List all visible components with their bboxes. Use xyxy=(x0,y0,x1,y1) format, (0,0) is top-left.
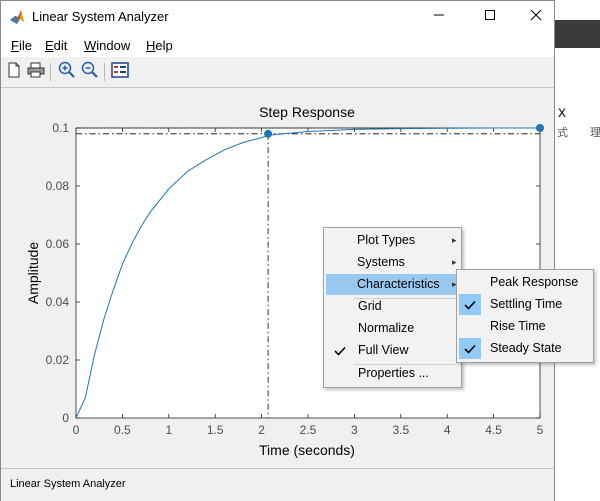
steady-state-marker xyxy=(536,124,544,132)
background-glyph: 理 xyxy=(590,127,600,139)
characteristics-submenu: Peak Response Settling Time Rise Time St… xyxy=(456,269,594,363)
menu-file[interactable]: File xyxy=(11,38,32,53)
ctx-grid[interactable]: Grid xyxy=(326,296,459,317)
sub-settling-time-label: Settling Time xyxy=(490,297,563,311)
menu-help-mnemonic: H xyxy=(146,38,156,53)
menu-help[interactable]: Help xyxy=(146,38,173,53)
y-axis-label: Amplitude xyxy=(25,242,41,304)
submenu-arrow-icon: ▸ xyxy=(452,235,457,245)
menu-file-label: ile xyxy=(18,38,32,53)
y-tick-label: 0 xyxy=(62,411,69,425)
toolbar-separator xyxy=(50,63,51,81)
y-tick-label: 0.04 xyxy=(46,295,70,309)
x-axis-label: Time (seconds) xyxy=(259,442,355,458)
x-tick-label: 1.5 xyxy=(207,423,224,437)
ctx-plot-types[interactable]: Plot Types ▸ xyxy=(326,230,459,251)
ctx-systems-label: Systems xyxy=(357,255,405,269)
menu-edit[interactable]: Edit xyxy=(45,38,67,53)
grid-view-button[interactable] xyxy=(110,61,130,83)
x-tick-label: 1 xyxy=(165,423,172,437)
x-tick-label: 0 xyxy=(73,423,80,437)
menu-edit-mnemonic: E xyxy=(45,38,54,53)
y-tick-label: 0.1 xyxy=(52,121,69,135)
ctx-plot-types-label: Plot Types xyxy=(357,233,416,247)
status-text: Linear System Analyzer xyxy=(10,478,126,490)
ctx-normalize-label: Normalize xyxy=(358,321,415,335)
close-icon xyxy=(530,8,542,26)
y-tick-label: 0.08 xyxy=(46,179,70,193)
menu-window-label: indow xyxy=(96,38,131,53)
menu-help-label: elp xyxy=(155,38,173,53)
zoom-out-icon xyxy=(81,61,99,84)
sub-peak-response-label: Peak Response xyxy=(490,275,579,289)
ctx-properties-label: Properties ... xyxy=(358,366,429,380)
ctx-grid-label: Grid xyxy=(358,299,382,313)
y-tick-label: 0.06 xyxy=(46,237,70,251)
toolbar-separator xyxy=(104,63,105,81)
maximize-button[interactable] xyxy=(467,1,513,32)
status-bar: Linear System Analyzer xyxy=(1,468,554,501)
sub-settling-time[interactable]: Settling Time xyxy=(459,294,591,315)
maximize-icon xyxy=(484,8,496,26)
sub-peak-response[interactable]: Peak Response xyxy=(459,272,591,293)
context-menu: Plot Types ▸ Systems ▸ Characteristics ▸… xyxy=(323,227,462,388)
close-button[interactable] xyxy=(513,1,559,32)
checkmark-icon xyxy=(459,294,481,315)
sub-rise-time-label: Rise Time xyxy=(490,319,546,333)
minimize-button[interactable] xyxy=(416,1,462,32)
x-tick-label: 2 xyxy=(258,423,265,437)
menu-file-mnemonic: F xyxy=(11,38,19,53)
lsa-window: Linear System Analyzer File Edit Window … xyxy=(0,0,594,501)
checkmark-icon xyxy=(459,338,481,359)
background-glyph: x xyxy=(558,104,566,121)
ctx-properties[interactable]: Properties ... xyxy=(326,363,459,384)
settling-time-marker xyxy=(264,129,273,138)
print-button[interactable] xyxy=(26,62,46,82)
x-tick-label: 4 xyxy=(444,423,451,437)
checkmark-icon xyxy=(329,340,351,361)
x-tick-label: 2.5 xyxy=(300,423,317,437)
ctx-normalize[interactable]: Normalize xyxy=(326,318,459,339)
background-window xyxy=(555,0,600,501)
title-bar[interactable]: Linear System Analyzer xyxy=(1,1,554,32)
x-tick-label: 5 xyxy=(537,423,544,437)
x-tick-label: 0.5 xyxy=(114,423,131,437)
menu-window-mnemonic: W xyxy=(84,38,97,53)
print-icon xyxy=(27,62,45,83)
x-tick-label: 4.5 xyxy=(485,423,502,437)
chart-title: Step Response xyxy=(259,104,355,120)
ctx-characteristics-label: Characteristics xyxy=(357,277,440,291)
y-tick-label: 0.02 xyxy=(46,353,70,367)
grid-view-icon xyxy=(111,61,129,83)
toolbar xyxy=(1,57,554,88)
ctx-systems[interactable]: Systems ▸ xyxy=(326,252,459,273)
window-title: Linear System Analyzer xyxy=(32,9,169,24)
sub-steady-state[interactable]: Steady State xyxy=(459,338,591,359)
ctx-full-view[interactable]: Full View xyxy=(326,340,459,361)
sub-steady-state-label: Steady State xyxy=(490,341,562,355)
ctx-full-view-label: Full View xyxy=(358,343,409,357)
menu-edit-label: dit xyxy=(53,38,68,53)
x-tick-label: 3.5 xyxy=(392,423,409,437)
minimize-icon xyxy=(433,8,445,26)
menu-bar: File Edit Window Help xyxy=(1,32,554,57)
background-glyph: 式 xyxy=(557,127,568,139)
new-button[interactable] xyxy=(4,62,24,82)
background-toolbar xyxy=(555,20,600,48)
new-icon xyxy=(7,62,21,83)
zoom-in-icon xyxy=(58,61,76,84)
zoom-in-button[interactable] xyxy=(57,61,77,84)
menu-window[interactable]: Window xyxy=(84,38,130,53)
matlab-logo-icon xyxy=(9,9,25,30)
x-tick-label: 3 xyxy=(351,423,358,437)
sub-rise-time[interactable]: Rise Time xyxy=(459,316,591,337)
zoom-out-button[interactable] xyxy=(80,61,100,84)
ctx-characteristics[interactable]: Characteristics ▸ xyxy=(326,274,459,295)
